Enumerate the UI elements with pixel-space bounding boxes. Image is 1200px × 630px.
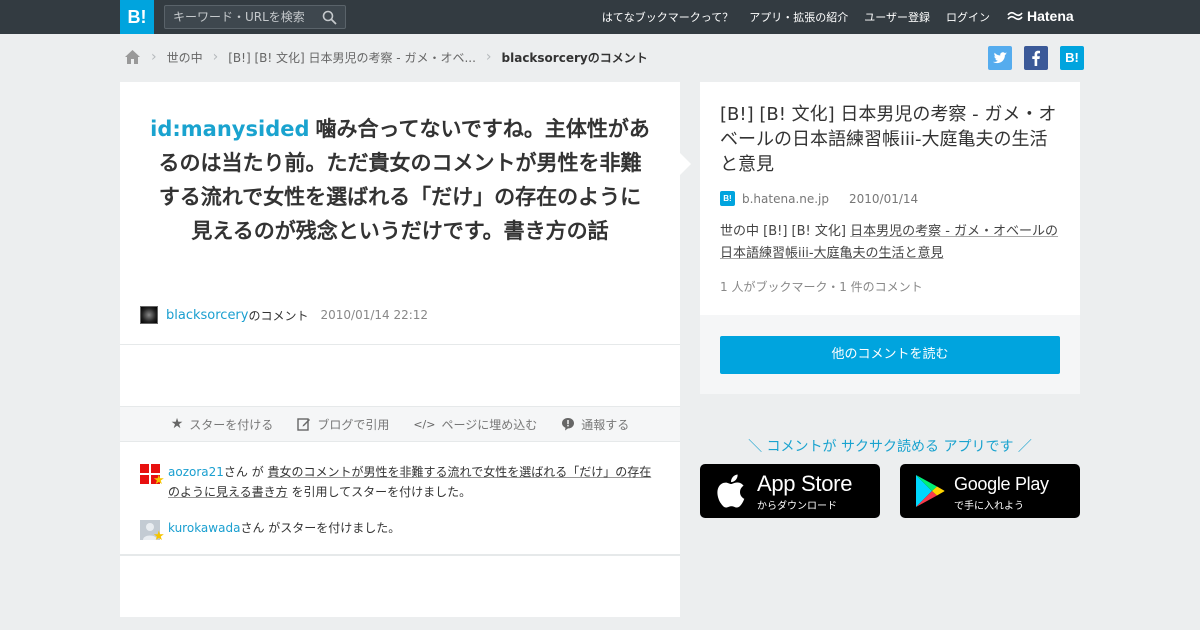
facebook-icon: [1032, 50, 1040, 66]
google-play-subtitle: で手に入れよう: [954, 501, 1024, 512]
header-nav: はてなブックマークって？ アプリ・拡張の紹介 ユーザー登録 ログイン: [602, 0, 990, 34]
star-text-pre: さん がスターを付けました。: [240, 521, 401, 535]
app-promo-tagline: ＼ コメントが サクサク読める アプリです ／: [748, 439, 1032, 455]
chevron-right-icon: ›: [212, 49, 219, 65]
entry-date: 2010/01/14: [849, 191, 919, 206]
blog-quote-button[interactable]: ブログで引用: [297, 416, 389, 433]
star-user-link[interactable]: aozora21: [168, 465, 224, 479]
hatebu-share-button[interactable]: B!: [1060, 46, 1084, 70]
hatena-wave-icon: [1007, 11, 1023, 21]
nav-login[interactable]: ログイン: [946, 9, 990, 25]
divider: [120, 554, 680, 556]
entry-card: [B!] [B! 文化] 日本男児の考察 - ガメ・オベールの日本語練習帳iii…: [700, 82, 1080, 394]
top-bar: B! はてなブックマークって？ アプリ・拡張の紹介 ユーザー登録 ログイン Ha…: [0, 0, 1200, 34]
comment-card: id:manysided 噛み合ってないですね。主体性があるのは当たり前。ただ貴女…: [120, 82, 680, 617]
report-button[interactable]: 通報する: [561, 416, 629, 433]
author-suffix: のコメント: [248, 308, 309, 323]
entry-title[interactable]: [B!] [B! 文化] 日本男児の考察 - ガメ・オベールの日本語練習帳iii…: [720, 102, 1065, 177]
apple-icon: [717, 474, 745, 508]
star-item: ★ aozora21さん が 貴女のコメントが男性を非難する流れで女性を選ばれる…: [140, 462, 660, 502]
author-avatar[interactable]: [140, 306, 158, 324]
read-other-comments-button[interactable]: 他のコメントを読む: [720, 336, 1060, 374]
entry-card-footer: 他のコメントを読む: [700, 315, 1080, 394]
entry-desc-prefix: [B!] [B! 文化]: [759, 224, 851, 239]
breadcrumb-category[interactable]: 世の中: [167, 49, 203, 66]
share-buttons: B!: [988, 46, 1084, 70]
author-link[interactable]: blacksorcery: [166, 308, 248, 323]
home-icon[interactable]: [124, 49, 141, 65]
star-icon: ★: [153, 529, 165, 544]
star-icon: ★: [170, 416, 184, 432]
alert-bubble-icon: [562, 418, 575, 431]
star-list: ★ aozora21さん が 貴女のコメントが男性を非難する流れで女性を選ばれる…: [140, 462, 660, 554]
breadcrumb-entry[interactable]: [B!] [B! 文化] 日本男児の考察 - ガメ・オベ...: [228, 49, 476, 66]
edit-icon: [297, 418, 311, 431]
card-pointer: [680, 153, 691, 175]
comment-body: id:manysided 噛み合ってないですね。主体性があるのは当たり前。ただ貴女…: [150, 112, 650, 248]
twitter-share-button[interactable]: [988, 46, 1012, 70]
google-play-icon: [916, 475, 945, 507]
hatena-brand-text: Hatena: [1027, 8, 1074, 24]
twitter-icon: [993, 52, 1007, 64]
breadcrumb: › 世の中 › [B!] [B! 文化] 日本男児の考察 - ガメ・オベ... …: [124, 47, 648, 67]
nav-register[interactable]: ユーザー登録: [864, 9, 930, 25]
code-icon: </>: [413, 417, 436, 431]
blog-quote-label: ブログで引用: [317, 417, 390, 432]
comment-actions: ★ スターを付ける ブログで引用 </> ページに埋め込む 通報する: [120, 406, 680, 442]
app-store-title: App Store: [757, 471, 853, 496]
nav-apps[interactable]: アプリ・拡張の紹介: [749, 9, 848, 25]
star-text-pre: さん が: [223, 465, 268, 479]
chevron-right-icon: ›: [151, 49, 157, 65]
breadcrumb-current: blacksorceryのコメント: [501, 50, 648, 65]
entry-site[interactable]: b.hatena.ne.jp: [742, 192, 829, 206]
entry-desc-category: 世の中: [720, 224, 760, 239]
search-input[interactable]: [173, 9, 318, 25]
add-star-label: スターを付ける: [189, 417, 274, 432]
embed-button[interactable]: </> ページに埋め込む: [413, 416, 537, 433]
entry-counts[interactable]: 1 人がブックマーク・1 件のコメント: [720, 278, 923, 295]
add-star-button[interactable]: ★ スターを付ける: [171, 416, 274, 433]
hatena-logo[interactable]: Hatena: [1007, 8, 1074, 24]
google-play-title: Google Play: [954, 474, 1049, 494]
site-favicon-icon: B!: [720, 191, 735, 206]
report-label: 通報する: [581, 417, 630, 432]
mentioned-user-id[interactable]: id:manysided: [150, 117, 309, 141]
star-item: ★ kurokawadaさん がスターを付けました。: [140, 518, 660, 543]
chevron-right-icon: ›: [485, 49, 492, 65]
hatena-bookmark-logo[interactable]: B!: [120, 0, 154, 34]
comment-date[interactable]: 2010/01/14 22:12: [321, 308, 429, 322]
star-user-link[interactable]: kurokawada: [168, 521, 240, 535]
entry-source: B! b.hatena.ne.jp 2010/01/14: [720, 191, 918, 206]
star-icon: ★: [153, 473, 165, 488]
facebook-share-button[interactable]: [1024, 46, 1048, 70]
divider: [120, 344, 680, 345]
embed-label: ページに埋め込む: [441, 417, 538, 432]
star-text-post: を引用してスターを付けました。: [287, 485, 472, 499]
search-icon[interactable]: [322, 10, 337, 25]
comment-meta: blacksorcery のコメント 2010/01/14 22:12: [140, 306, 428, 324]
nav-about[interactable]: はてなブックマークって？: [602, 9, 733, 25]
app-store-subtitle: からダウンロード: [757, 501, 837, 512]
app-store-badge[interactable]: App Store からダウンロード: [700, 464, 880, 518]
entry-description: 世の中 [B!] [B! 文化] 日本男児の考察 - ガメ・オベールの日本語練習…: [720, 221, 1060, 265]
google-play-badge[interactable]: Google Play で手に入れよう: [900, 464, 1080, 518]
search-box[interactable]: [164, 5, 346, 29]
